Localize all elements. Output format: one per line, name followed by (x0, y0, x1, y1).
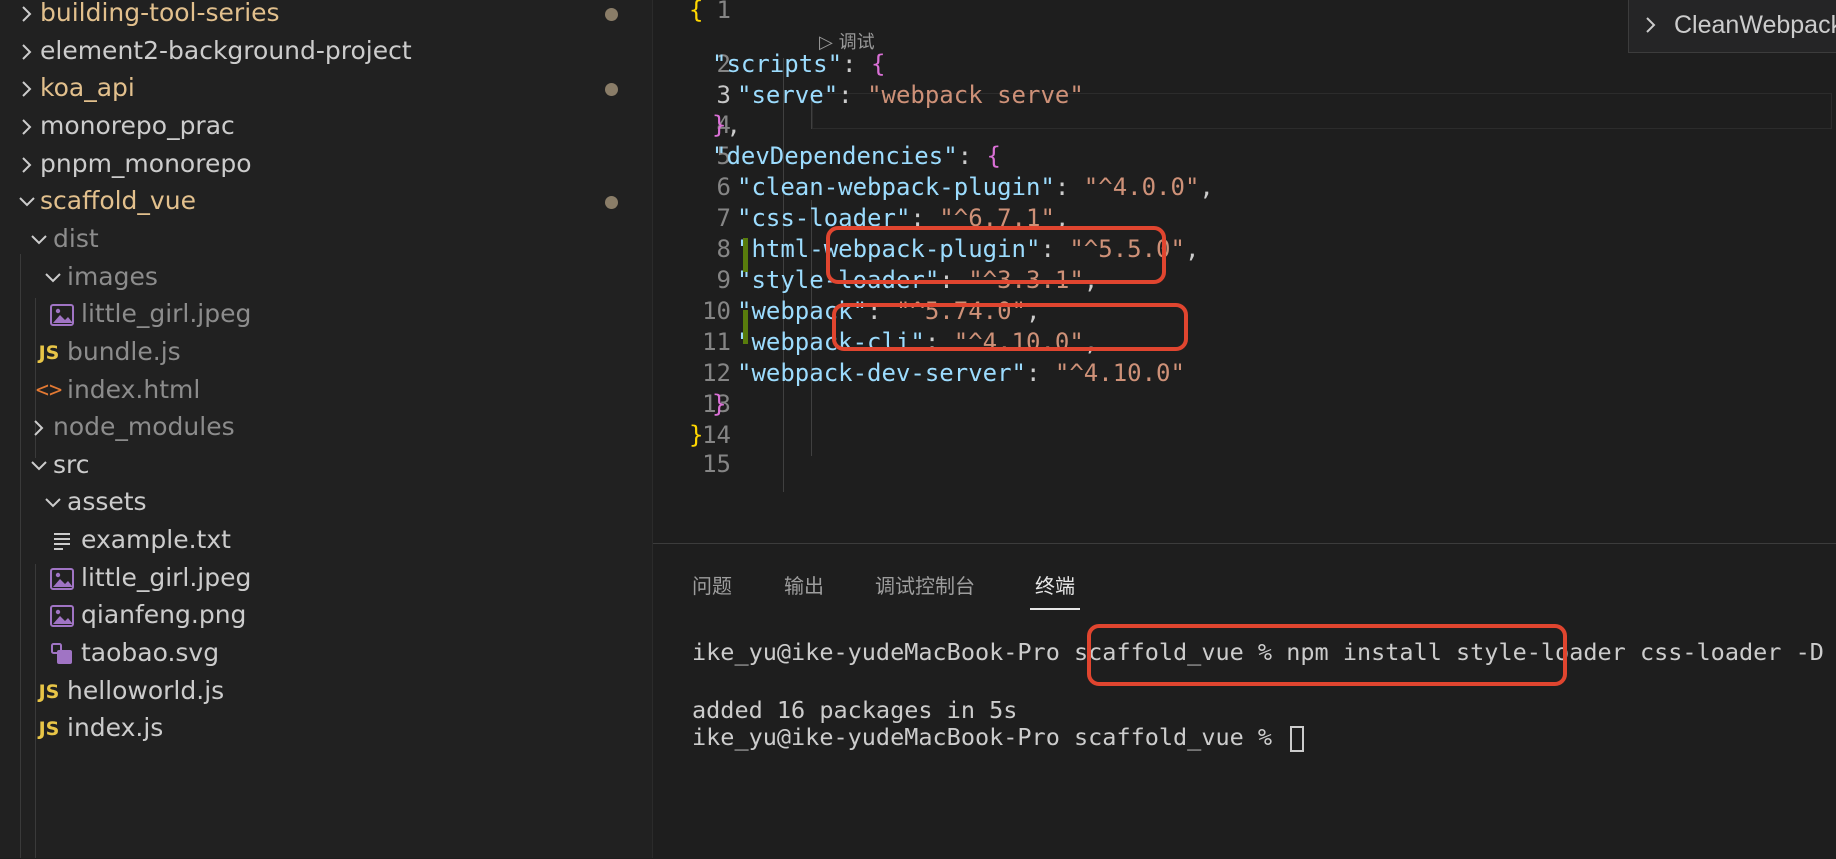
chevron-right-icon[interactable] (18, 37, 36, 67)
tree-item-label: scaffold_vue (40, 186, 196, 216)
code-token: "devDependencies" (712, 142, 958, 170)
outline-label: CleanWebpack (1674, 11, 1836, 39)
git-added-marker (743, 310, 748, 344)
line-number: 15 (702, 450, 731, 478)
tree-item-label: example.txt (81, 525, 231, 555)
js-file-icon: JS (38, 718, 60, 741)
image-file-icon (49, 564, 75, 594)
chevron-right-icon[interactable] (18, 150, 36, 180)
tree-item-label: images (67, 261, 158, 291)
js-file-icon: JS (38, 680, 60, 703)
tree-item-label: bundle.js (67, 336, 181, 366)
tree-item-label: koa_api (40, 73, 135, 103)
modified-indicator-dot (605, 196, 618, 210)
highlight-box-css-loader (826, 226, 1166, 284)
terminal-prompt-line[interactable]: ike_yu@ike-yudeMacBook-Pro scaffold_vue … (692, 722, 1305, 752)
code-token: { (986, 142, 1001, 170)
code-token: "webpack serve" (867, 81, 1084, 109)
tree-item-label: building-tool-series (40, 0, 280, 27)
tree-item-label: pnpm_monorepo (40, 148, 252, 178)
tree-item-label: monorepo_prac (40, 110, 235, 140)
bottom-panel: 问题 输出 调试控制台 终端 ike_yu@ike-yudeMacBook-Pr… (653, 543, 1836, 859)
active-tab-indicator (1030, 608, 1080, 610)
modified-indicator-dot (605, 83, 618, 97)
highlight-box-style-loader (832, 303, 1188, 351)
chevron-right-icon[interactable] (18, 0, 36, 29)
chevron-down-icon[interactable] (18, 187, 36, 217)
chevron-down-icon[interactable] (44, 488, 62, 518)
chevron-right-icon[interactable] (18, 112, 36, 142)
terminal-cursor (1290, 725, 1305, 752)
tree-item-label: little_girl.jpeg (81, 562, 252, 592)
code-token: : (842, 50, 871, 78)
chevron-right-icon[interactable] (30, 413, 48, 443)
git-added-marker (743, 238, 748, 272)
tree-item-label: index.js (67, 713, 164, 743)
code-token: : (957, 142, 987, 170)
code-token: } (712, 111, 727, 139)
tree-item-label: qianfeng.png (81, 600, 247, 630)
tab-output[interactable]: 输出 (784, 566, 824, 606)
modified-indicator-dot (605, 8, 618, 21)
tree-item-label: index.html (67, 374, 201, 404)
code-token: "scripts" (712, 50, 843, 78)
code-token: : (838, 81, 868, 109)
code-token: "webpack-dev-server" (737, 359, 1026, 387)
image-file-icon (49, 300, 75, 330)
code-editor[interactable]: ▷ 调试 1{2 "scripts": {3 "serve": "webpack s… (653, 0, 1836, 542)
terminal-prompt: ike_yu@ike-yudeMacBook-Pro scaffold_vue … (692, 723, 1287, 751)
tree-item-label: helloworld.js (67, 675, 225, 705)
code-token: , (1199, 173, 1214, 201)
tab-terminal[interactable]: 终端 (1035, 566, 1075, 606)
tree-item-label: dist (53, 223, 99, 253)
tree-item-label: little_girl.jpeg (81, 299, 252, 329)
js-file-icon: JS (38, 341, 60, 364)
tree-file-index-js[interactable]: JS index.js (0, 707, 652, 751)
code-token: { (689, 0, 704, 24)
code-token: "^4.0.0" (1083, 173, 1200, 201)
html-file-icon: <> (35, 378, 63, 403)
code-token: } (689, 421, 704, 449)
tree-item-label: assets (67, 487, 147, 517)
svg-file-icon (49, 639, 75, 669)
tree-item-label: src (53, 449, 90, 479)
code-token: "serve" (737, 81, 839, 109)
code-token: : (1054, 173, 1084, 201)
tree-item-label: element2-background-project (40, 35, 412, 65)
code-text: { (689, 0, 703, 28)
code-token: "clean-webpack-plugin" (737, 173, 1055, 201)
chevron-down-icon[interactable] (30, 451, 48, 481)
code-token: : (1025, 359, 1055, 387)
code-token: "^4.10.0" (1054, 359, 1185, 387)
code-token: , (726, 111, 741, 139)
tab-debug-console[interactable]: 调试控制台 (875, 566, 975, 606)
tree-item-label: node_modules (53, 412, 235, 442)
file-explorer: building-tool-series element2-background-… (0, 0, 653, 858)
code-token: , (1184, 235, 1200, 263)
terminal-output-line: added 16 packages in 5s (692, 696, 1018, 724)
chevron-down-icon[interactable] (44, 263, 62, 293)
code-token: } (712, 390, 727, 418)
image-file-icon (49, 601, 75, 631)
text-file-icon (49, 526, 75, 556)
tab-problems[interactable]: 问题 (692, 566, 732, 606)
sticky-outline-widget[interactable]: CleanWebpack (1628, 0, 1836, 53)
chevron-down-icon[interactable] (30, 225, 48, 255)
code-line: 15 (653, 446, 1836, 482)
chevron-right-icon[interactable] (18, 74, 36, 104)
chevron-right-icon (1643, 10, 1659, 40)
highlight-box-npm-command (1087, 624, 1567, 686)
code-token: { (870, 50, 886, 78)
tree-item-label: taobao.svg (81, 638, 220, 668)
